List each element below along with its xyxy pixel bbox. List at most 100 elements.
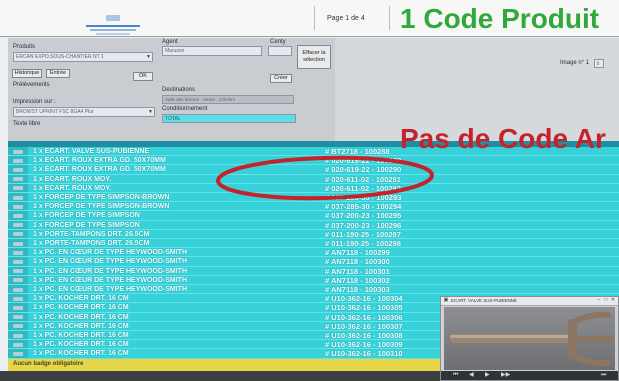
texte-libre-label: Texte libre <box>13 121 41 127</box>
chevron-down-icon: ▼ <box>148 109 153 115</box>
prev-icon[interactable]: ◀ <box>469 372 474 379</box>
table-row[interactable]: 1 x ECART. ROUX MOY. # 020-611-02 - 10029… <box>8 184 619 193</box>
preview-title: ECART. VALVE SUS-PUBIENNE <box>451 298 518 303</box>
item-code: # 011-190-25 - 100298 <box>325 239 401 248</box>
item-code: # AN7118 - 100300 <box>325 257 390 267</box>
play-icon[interactable]: ▶ <box>485 372 490 379</box>
table-row[interactable]: 1 x PC. EN CŒUR DE TYPE HEYWOOD-SMITH # A… <box>8 276 619 285</box>
item-description: 1 x ECART. ROUX MOY. <box>33 184 112 192</box>
item-code: # AN7118 - 100299 <box>325 248 390 258</box>
conditionnement-field[interactable]: TOTAL <box>162 114 296 123</box>
row-handle-icon <box>13 278 23 283</box>
row-handle-icon <box>13 232 23 237</box>
clear-selection-button[interactable]: Effacer la sélection <box>297 45 331 69</box>
table-row[interactable]: 1 x PC. EN CŒUR DE TYPE HEYWOOD-SMITH # A… <box>8 257 619 267</box>
close-icon[interactable]: ✕ <box>610 298 616 303</box>
row-handle-icon <box>13 296 23 301</box>
chevron-down-icon: ▼ <box>146 54 151 60</box>
printer-select[interactable]: BROWST UPRINT FSC 8GA4 Plur ▼ <box>13 107 155 117</box>
item-code: # U10-362-16 - 100305 <box>325 303 403 313</box>
row-handle-icon <box>13 324 23 329</box>
agent-value: Maruson <box>165 48 185 54</box>
item-description: 1 x PORTE-TAMPONS DRT. 26.5CM <box>33 240 150 247</box>
maximize-icon[interactable]: □ <box>603 298 609 303</box>
table-row[interactable]: 1 x PORTE-TAMPONS DRT. 26.5CM # 011-190-2… <box>8 239 619 249</box>
item-code: # U10-362-16 - 100306 <box>325 312 403 322</box>
item-code: # U10-362-16 - 100309 <box>325 340 403 350</box>
ok-button[interactable]: OK <box>133 72 153 81</box>
table-row[interactable]: 1 x PORTE-TAMPONS DRT. 26.5CM # 011-190-2… <box>8 230 619 239</box>
row-handle-icon <box>13 241 23 246</box>
row-handle-icon <box>13 250 23 255</box>
item-description: 1 x PC. EN CŒUR DE TYPE HEYWOOD-SMITH <box>33 249 188 257</box>
destinations-label: Destinations <box>162 87 196 93</box>
table-row[interactable]: 1 x ECART. ROUX MOY. # 020-611-02 - 10029… <box>8 175 619 184</box>
row-handle-icon <box>13 315 23 320</box>
item-code: # 020-611-02 - 100291 <box>325 174 401 184</box>
item-description: 1 x ECART. ROUX EXTRA GD. 50X70MM <box>33 166 166 174</box>
row-handle-icon <box>13 269 23 274</box>
row-handle-icon <box>13 167 23 172</box>
item-description: 1 x ECART. ROUX MOY. <box>33 175 112 183</box>
row-handle-icon <box>13 305 23 310</box>
entree-button[interactable]: Entrée <box>46 69 70 78</box>
create-button[interactable]: Créer <box>270 74 292 83</box>
row-handle-icon <box>13 204 23 209</box>
first-icon[interactable]: ⏮ <box>453 372 458 379</box>
item-description: 1 x PC. EN CŒUR DE TYPE HEYWOOD-SMITH <box>33 286 188 293</box>
centy-label: Centy <box>270 39 286 45</box>
row-handle-icon <box>13 333 23 338</box>
image-spinner[interactable]: ⇕ <box>594 59 604 68</box>
table-row[interactable]: 1 x PC. EN CŒUR DE TYPE HEYWOOD-SMITH # A… <box>8 267 619 276</box>
table-row[interactable]: 1 x FORCEP DE TYPE SIMPSON-BROWN # 037-28… <box>8 202 619 212</box>
preview-toolbar: ⏮ ◀ ▶ ▶▶ ⏭ <box>441 371 618 380</box>
row-handle-icon <box>13 223 23 228</box>
row-handle-icon <box>13 158 23 163</box>
agent-field[interactable]: Maruson <box>162 46 262 56</box>
table-row[interactable]: 1 x FORCEP DE TYPE SIMPSON # 037-200-23 -… <box>8 221 619 230</box>
item-description: 1 x FORCEP DE TYPE SIMPSON <box>33 212 140 220</box>
item-code: # 037-285-30 - 100293 <box>325 193 402 202</box>
row-handle-icon <box>13 213 23 218</box>
table-row[interactable]: 1 x PC. EN CŒUR DE TYPE HEYWOOD-SMITH # A… <box>8 285 619 295</box>
destination-list[interactable]: Salle des lésions - Heure : 13h46m <box>162 95 294 104</box>
table-row[interactable]: 1 x ECART. ROUX EXTRA GD. 50X70MM # 020-6… <box>8 165 619 175</box>
item-code: # BT2718 - 100288 <box>325 147 390 156</box>
item-code: # 020-619-22 - 100289 <box>325 156 402 166</box>
preview-title-bar[interactable]: ▣ ECART. VALVE SUS-PUBIENNE – □ ✕ <box>441 297 618 306</box>
centy-field[interactable] <box>268 46 292 56</box>
impression-label: Impression sur : <box>13 99 56 105</box>
produits-select[interactable]: ERCAN EXPO.SOUS-CHANTIER NT 1 ▼ <box>13 52 153 62</box>
minimize-icon[interactable]: – <box>596 298 602 303</box>
item-code: # U10-362-16 - 100310 <box>325 349 403 359</box>
table-row[interactable]: 1 x ECART. ROUX EXTRA GD. 50X70MM # 020-6… <box>8 156 619 166</box>
row-handle-icon <box>13 351 23 356</box>
image-preview-window[interactable]: ▣ ECART. VALVE SUS-PUBIENNE – □ ✕ ⏮ ◀ ▶ … <box>440 296 619 381</box>
row-handle-icon <box>13 186 23 191</box>
item-code: # AN7118 - 100302 <box>325 275 390 285</box>
page-indicator: Page 1 de 4 <box>327 15 365 22</box>
item-description: 1 x PC. EN CŒUR DE TYPE HEYWOOD-SMITH <box>33 267 188 275</box>
row-handle-icon <box>13 259 23 264</box>
status-bar: Aucun badge obligatoire <box>8 359 440 371</box>
row-handle-icon <box>13 342 23 347</box>
item-code: # 020-619-22 - 100290 <box>325 165 402 175</box>
last-icon[interactable]: ⏭ <box>601 372 606 379</box>
row-handle-icon <box>13 149 23 154</box>
item-description: 1 x PC. KOCHER DRT. 16 CM <box>33 341 129 349</box>
agent-label: Agent <box>162 39 178 45</box>
produits-value: ERCAN EXPO.SOUS-CHANTIER NT 1 <box>16 54 104 60</box>
item-description: 1 x PC. KOCHER DRT. 16 CM <box>33 304 129 312</box>
table-row[interactable]: 1 x FORCEP DE TYPE SIMPSON-BROWN # 037-28… <box>8 193 619 203</box>
table-row[interactable]: 1 x FORCEP DE TYPE SIMPSON # 037-200-23 -… <box>8 211 619 221</box>
item-description: 1 x PC. KOCHER DRT. 16 CM <box>33 322 129 330</box>
next-icon[interactable]: ▶▶ <box>501 372 510 379</box>
code-produit-annotation: 1 Code Produit <box>400 3 600 34</box>
item-code: # 037-200-23 - 100296 <box>325 220 402 230</box>
table-row[interactable]: 1 x PC. EN CŒUR DE TYPE HEYWOOD-SMITH # A… <box>8 248 619 258</box>
item-description: 1 x FORCEP DE TYPE SIMPSON-BROWN <box>33 194 170 201</box>
item-description: 1 x PC. EN CŒUR DE TYPE HEYWOOD-SMITH <box>33 258 188 266</box>
item-description: 1 x PC. KOCHER DRT. 16 CM <box>33 313 129 321</box>
item-code: # U10-362-16 - 100308 <box>325 331 403 340</box>
historique-button[interactable]: Historique <box>12 69 42 78</box>
